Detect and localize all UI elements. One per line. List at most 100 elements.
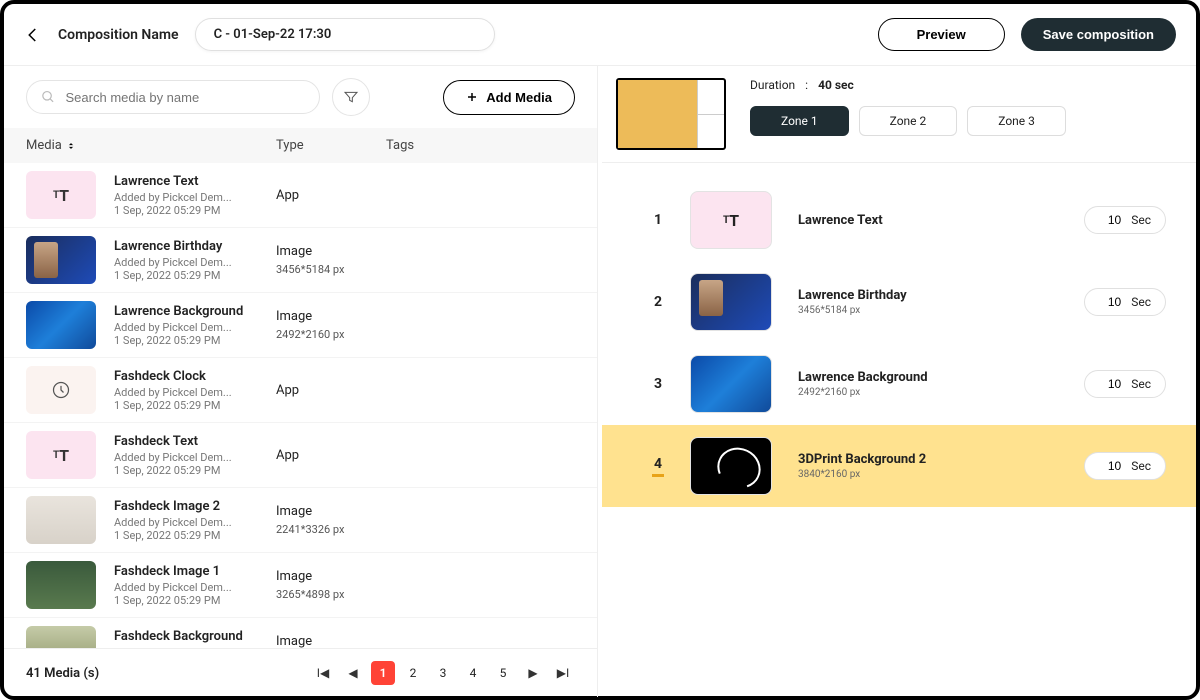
filter-icon [343,89,359,105]
media-date: 1 Sep, 2022 05:29 PM [114,594,276,607]
pager-last-icon[interactable]: ▶I [551,661,575,685]
add-media-button[interactable]: Add Media [443,80,575,115]
search-field[interactable] [66,90,305,105]
zone-tab[interactable]: Zone 3 [967,106,1066,136]
duration-input[interactable]: Sec [1084,370,1166,398]
media-added-by: Added by Pickcel Dem... [114,516,276,529]
media-date: 1 Sep, 2022 05:29 PM [114,464,276,477]
media-row[interactable]: Fashdeck Image 1 Added by Pickcel Dem...1… [4,553,597,618]
timeline-index: 1 [652,212,664,228]
pager-page[interactable]: 3 [431,661,455,685]
back-arrow-icon[interactable] [24,26,42,44]
timeline-title: 3DPrint Background 2 [798,452,1058,467]
timeline-dimensions: 2492*2160 px [798,387,1058,398]
media-type: Image [276,244,386,259]
media-title: Lawrence Text [114,174,276,189]
pager-prev-icon[interactable]: ◀ [341,661,365,685]
media-title: Fashdeck Clock [114,369,276,384]
media-added-by: Added by Pickcel Dem... [114,386,276,399]
duration-input[interactable]: Sec [1084,206,1166,234]
timeline-list[interactable]: 1TTLawrence TextSec2Lawrence Birthday345… [602,163,1196,697]
media-row[interactable]: Fashdeck BackgroundAdded by Pickcel Dem.… [4,618,597,648]
duration-input[interactable]: Sec [1084,452,1166,480]
pager-nav: I◀ ◀ 12345▶ ▶I [311,661,575,685]
timeline-dimensions: 3840*2160 px [798,469,1058,480]
seconds-label: Sec [1131,459,1151,473]
media-type: App [276,448,386,463]
timeline-row[interactable]: 1TTLawrence TextSec [602,179,1196,261]
zone-tab[interactable]: Zone 1 [750,106,849,136]
media-row[interactable]: Lawrence Birthday Added by Pickcel Dem...… [4,228,597,293]
media-list[interactable]: TTLawrence TextAdded by Pickcel Dem...1 … [4,163,597,648]
timeline-title: Lawrence Birthday [798,288,1058,303]
media-row[interactable]: TTFashdeck TextAdded by Pickcel Dem...1 … [4,423,597,488]
media-row[interactable]: Lawrence BackgroundAdded by Pickcel Dem.… [4,293,597,358]
save-composition-button[interactable]: Save composition [1021,18,1176,51]
media-title: Fashdeck Background [114,629,276,644]
media-title: Fashdeck Text [114,434,276,449]
pager-page[interactable]: 4 [461,661,485,685]
duration-seconds-field[interactable] [1099,213,1121,227]
media-date: 1 Sep, 2022 05:29 PM [114,204,276,217]
composition-name-input[interactable]: C - 01-Sep-22 17:30 [195,18,495,51]
timeline-title: Lawrence Background [798,370,1058,385]
media-dimensions: 2241*3326 px [276,523,386,536]
media-type: Image [276,504,386,519]
plus-icon [466,91,478,103]
seconds-label: Sec [1131,295,1151,309]
pager-page[interactable]: 2 [401,661,425,685]
media-added-by: Added by Pickcel Dem... [114,321,276,334]
pager-count: 41 Media (s) [26,666,99,681]
timeline-dimensions: 3456*5184 px [798,305,1058,316]
media-list-header: Media Type Tags [4,128,597,163]
pager-page[interactable]: 5 [491,661,515,685]
media-added-by: Added by Pickcel Dem... [114,451,276,464]
pager: 41 Media (s) I◀ ◀ 12345▶ ▶I [4,648,597,697]
sort-icon [66,141,76,151]
media-type: App [276,188,386,203]
pager-page[interactable]: 1 [371,661,395,685]
media-dimensions: 2492*2160 px [276,328,386,341]
duration-seconds-field[interactable] [1099,377,1121,391]
preview-button[interactable]: Preview [878,18,1005,51]
zone-panel: Duration : 40 sec Zone 1Zone 2Zone 3 1TT… [598,66,1196,697]
media-title: Fashdeck Image 2 [114,499,276,514]
timeline-row[interactable]: 4 3DPrint Background 2 3840*2160 px Sec [602,425,1196,507]
media-added-by: Added by Pickcel Dem... [114,191,276,204]
media-date: 1 Sep, 2022 05:29 PM [114,529,276,542]
duration-seconds-field[interactable] [1099,295,1121,309]
filter-button[interactable] [332,78,370,116]
media-title: Lawrence Birthday [114,239,276,254]
media-row[interactable]: Fashdeck Image 2 Added by Pickcel Dem...1… [4,488,597,553]
media-added-by: Added by Pickcel Dem... [114,256,276,269]
search-icon [41,89,56,105]
media-type: Image [276,569,386,584]
media-panel: Add Media Media Type Tags TTLawrence Tex… [4,66,598,697]
column-tags[interactable]: Tags [386,138,575,153]
composition-label: Composition Name [58,27,179,43]
timeline-row[interactable]: 2Lawrence Birthday3456*5184 pxSec [602,261,1196,343]
timeline-index: 4 [652,456,664,477]
media-added-by: Added by Pickcel Dem... [114,581,276,594]
topbar: Composition Name C - 01-Sep-22 17:30 Pre… [4,4,1196,65]
column-media[interactable]: Media [26,138,276,153]
layout-preview[interactable] [616,78,726,150]
media-date: 1 Sep, 2022 05:29 PM [114,399,276,412]
duration-seconds-field[interactable] [1099,459,1121,473]
media-row[interactable]: Fashdeck Clock Added by Pickcel Dem...1 S… [4,358,597,423]
duration-input[interactable]: Sec [1084,288,1166,316]
add-media-label: Add Media [486,90,552,105]
duration-label: Duration [750,78,795,92]
media-type: Image [276,634,386,648]
pager-next-icon[interactable]: ▶ [521,661,545,685]
zone-tab[interactable]: Zone 2 [859,106,958,136]
media-type: App [276,383,386,398]
media-date: 1 Sep, 2022 05:29 PM [114,334,276,347]
media-row[interactable]: TTLawrence TextAdded by Pickcel Dem...1 … [4,163,597,228]
media-title: Fashdeck Image 1 [114,564,276,579]
timeline-row[interactable]: 3Lawrence Background2492*2160 pxSec [602,343,1196,425]
pager-first-icon[interactable]: I◀ [311,661,335,685]
column-type[interactable]: Type [276,138,386,153]
seconds-label: Sec [1131,213,1151,227]
search-input[interactable] [26,80,320,114]
